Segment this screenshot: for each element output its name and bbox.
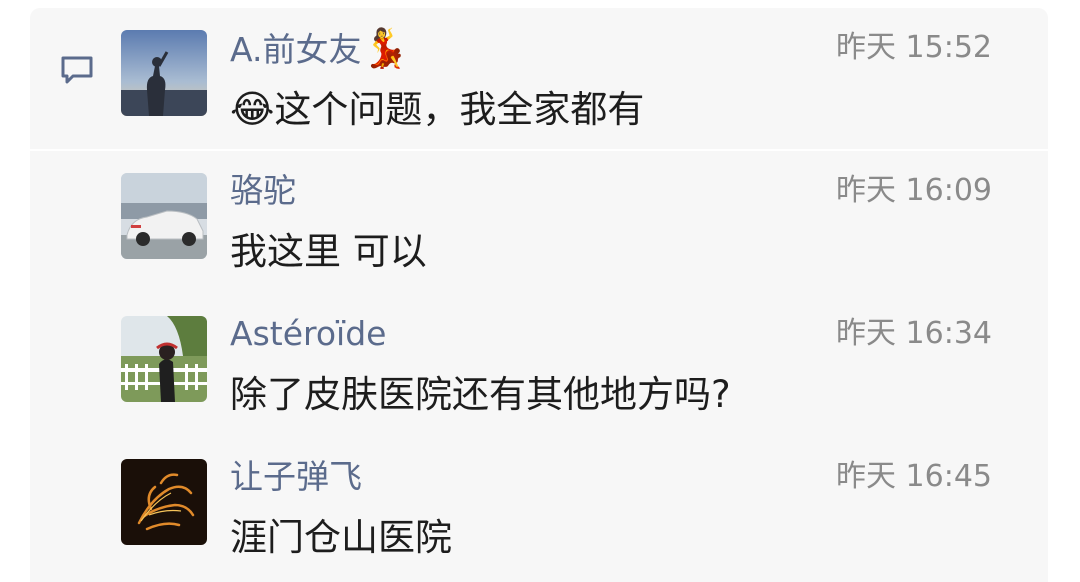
- commenter-name[interactable]: A.前女友💃: [230, 28, 409, 70]
- avatar[interactable]: [121, 459, 207, 545]
- commenter-name[interactable]: Astéroïde: [230, 314, 386, 354]
- avatar[interactable]: [121, 316, 207, 402]
- avatar[interactable]: [121, 173, 207, 259]
- comment-text: 我这里 可以: [230, 230, 427, 273]
- laughing-crying-emoji: 😂: [230, 87, 275, 131]
- comment-item[interactable]: Astéroïde 昨天 16:34 除了皮肤医院还有其他地方吗?: [30, 294, 1048, 437]
- comment-text: 😂这个问题，我全家都有: [230, 86, 644, 133]
- comment-time: 昨天 15:52: [836, 30, 992, 65]
- comment-text: 除了皮肤医院还有其他地方吗?: [230, 373, 731, 416]
- comment-text-body: 这个问题，我全家都有: [274, 88, 645, 131]
- commenter-name[interactable]: 让子弹飞: [230, 457, 362, 497]
- comment-item[interactable]: 让子弹飞 昨天 16:45 涯门仓山医院: [30, 437, 1048, 580]
- comment-time: 昨天 16:45: [836, 459, 992, 494]
- dancer-emoji: 💃: [361, 26, 409, 70]
- commenter-name-text[interactable]: A.前女友: [230, 30, 361, 69]
- comment-time: 昨天 16:34: [836, 316, 992, 351]
- comment-text: 涯门仓山医院: [230, 516, 452, 559]
- comment-time: 昨天 16:09: [836, 173, 992, 208]
- avatar[interactable]: [121, 30, 207, 116]
- comment-item[interactable]: A.前女友💃 昨天 15:52 😂这个问题，我全家都有: [30, 8, 1048, 151]
- commenter-name[interactable]: 骆驼: [230, 171, 296, 211]
- comment-item[interactable]: 骆驼 昨天 16:09 我这里 可以: [30, 151, 1048, 294]
